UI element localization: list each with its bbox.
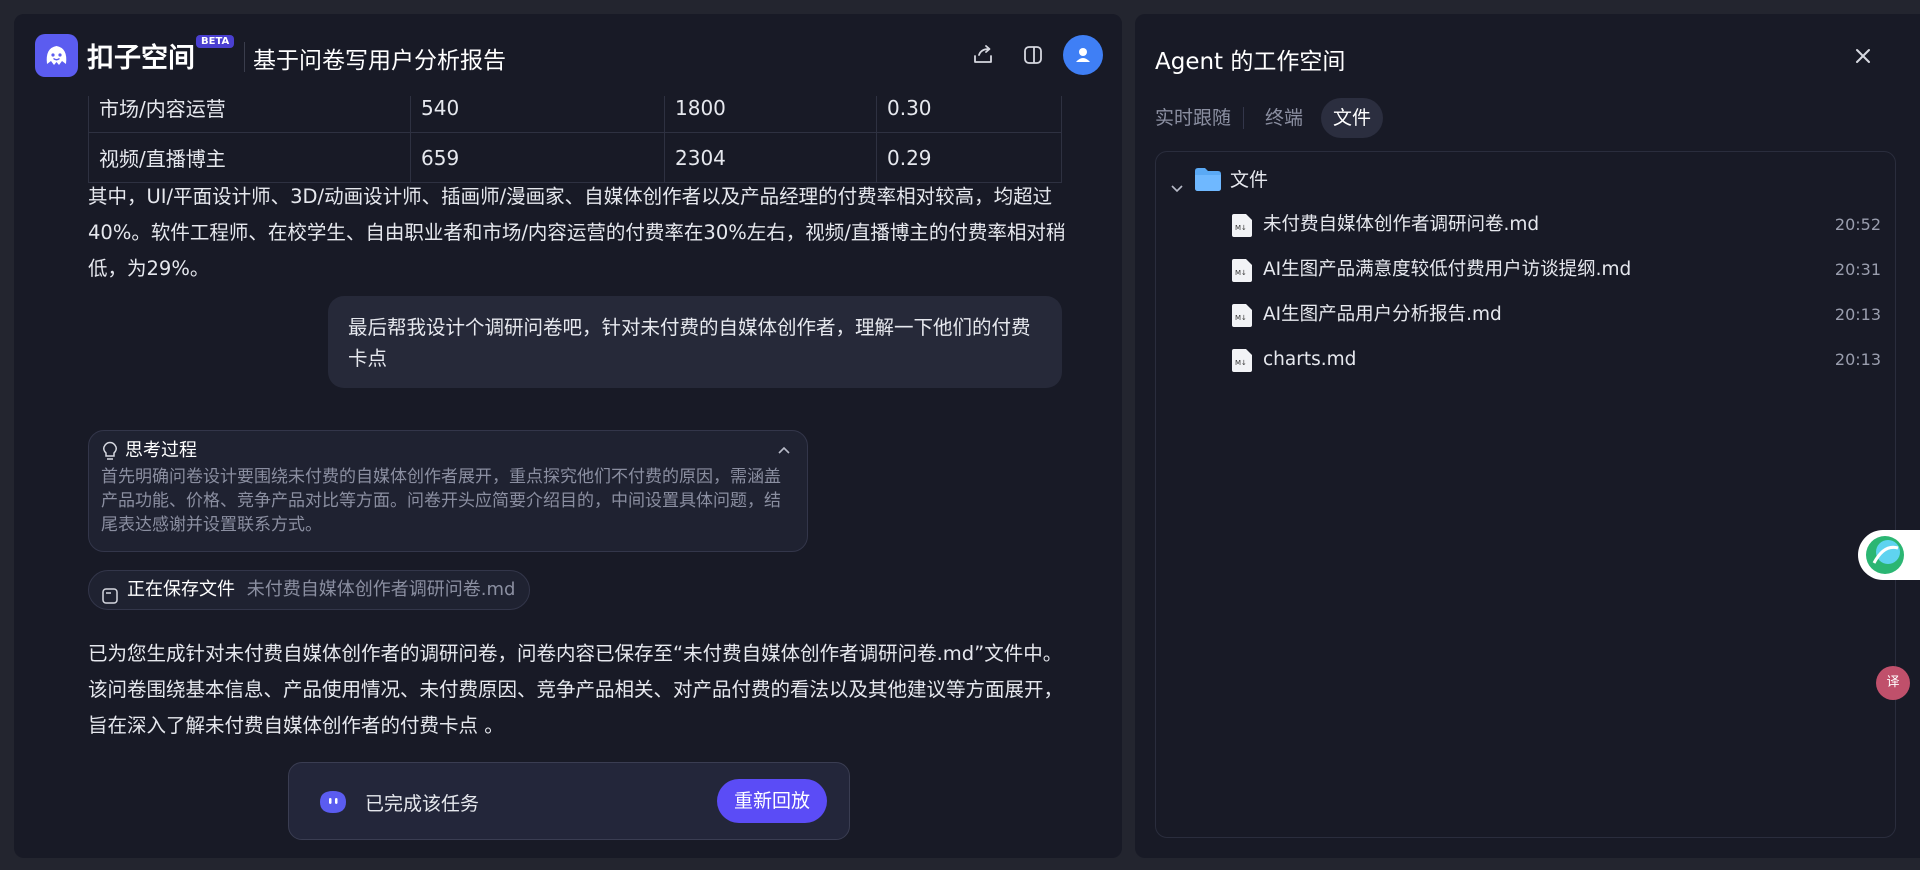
chat-panel: 市场/内容运营 540 1800 0.30 视频/直播博主 659 2304 0…	[14, 14, 1122, 858]
saving-filename: 未付费自媒体创作者调研问卷.md	[246, 579, 516, 600]
chevron-up-icon[interactable]	[777, 443, 791, 462]
file-name: AI生图产品满意度较低付费用户访谈提纲.md	[1263, 259, 1632, 280]
avatar[interactable]	[1063, 35, 1103, 75]
markdown-file-icon: M↓	[1231, 348, 1253, 373]
markdown-file-icon: M↓	[1231, 213, 1253, 238]
close-icon[interactable]	[1849, 42, 1877, 70]
bot-icon	[317, 787, 349, 821]
file-name: 未付费自媒体创作者调研问卷.md	[1263, 214, 1540, 235]
sidebar-toggle-icon[interactable]	[1019, 41, 1047, 69]
file-row[interactable]: M↓ charts.md 20:13	[1231, 344, 1881, 376]
svg-text:M↓: M↓	[1235, 269, 1247, 277]
payment-rate-table: 市场/内容运营 540 1800 0.30 视频/直播博主 659 2304 0…	[88, 82, 1062, 183]
replay-button[interactable]: 重新回放	[717, 779, 827, 823]
file-row[interactable]: M↓ AI生图产品用户分析报告.md 20:13	[1231, 299, 1881, 331]
table-cell: 0.29	[876, 132, 1062, 183]
tab-files[interactable]: 文件	[1321, 98, 1384, 138]
svg-text:M↓: M↓	[1235, 359, 1247, 367]
saving-label: 正在保存文件	[127, 579, 235, 600]
markdown-file-icon: M↓	[1231, 303, 1253, 328]
table-cell: 2304	[664, 132, 877, 183]
chevron-down-icon[interactable]	[1170, 173, 1184, 205]
saving-file-chip[interactable]: 正在保存文件 未付费自媒体创作者调研问卷.md	[88, 570, 531, 610]
workspace-panel: Agent 的工作空间 实时跟随 终端 文件 文件 M↓ 未付费自媒体创作者调研…	[1135, 14, 1920, 858]
table-cell: 视频/直播博主	[88, 132, 411, 183]
file-row[interactable]: M↓ 未付费自媒体创作者调研问卷.md 20:52	[1231, 209, 1881, 241]
file-name: AI生图产品用户分析报告.md	[1263, 304, 1502, 325]
thinking-body: 首先明确问卷设计要围绕未付费的自媒体创作者展开，重点探究他们不付费的原因，需涵盖…	[101, 467, 781, 535]
file-time: 20:13	[1834, 350, 1881, 369]
user-message: 最后帮我设计个调研问卷吧，针对未付费的自媒体创作者，理解一下他们的付费卡点	[328, 296, 1062, 388]
assistant-float-icon[interactable]	[1858, 530, 1920, 580]
folder-icon	[1194, 166, 1222, 202]
thinking-title: 思考过程	[125, 440, 197, 461]
logo-icon[interactable]	[35, 34, 78, 77]
result-paragraph: 已为您生成针对未付费自媒体创作者的调研问卷，问卷内容已保存至“未付费自媒体创作者…	[88, 642, 1064, 737]
table-row: 视频/直播博主 659 2304 0.29	[88, 132, 1062, 183]
page-title: 基于问卷写用户分析报告	[253, 48, 506, 74]
svg-text:M↓: M↓	[1235, 314, 1247, 322]
file-tree: 文件 M↓ 未付费自媒体创作者调研问卷.md 20:52 M↓ AI生图产品满意…	[1155, 151, 1896, 838]
tab-terminal[interactable]: 终端	[1253, 98, 1315, 138]
tab-divider	[1243, 107, 1244, 129]
app-name[interactable]: 扣子空间	[87, 36, 195, 75]
file-save-icon	[101, 581, 119, 619]
svg-text:M↓: M↓	[1235, 224, 1247, 232]
file-time: 20:13	[1834, 305, 1881, 324]
markdown-file-icon: M↓	[1231, 258, 1253, 283]
task-status: 已完成该任务	[365, 793, 480, 815]
summary-paragraph: 其中，UI/平面设计师、3D/动画设计师、插画师/漫画家、自媒体创作者以及产品经…	[88, 185, 1066, 280]
file-time: 20:31	[1834, 260, 1881, 279]
header-divider	[244, 42, 245, 72]
file-name: charts.md	[1263, 349, 1357, 370]
beta-badge: BETA	[196, 35, 235, 48]
tab-live-follow[interactable]: 实时跟随	[1143, 98, 1243, 138]
share-icon[interactable]	[969, 41, 997, 69]
task-complete-bar: 已完成该任务 重新回放	[288, 762, 850, 840]
workspace-title: Agent 的工作空间	[1155, 49, 1346, 75]
translate-icon[interactable]: 译	[1876, 666, 1910, 700]
thinking-panel: 思考过程 首先明确问卷设计要围绕未付费的自媒体创作者展开，重点探究他们不付费的原…	[88, 430, 808, 552]
file-row[interactable]: M↓ AI生图产品满意度较低付费用户访谈提纲.md 20:31	[1231, 254, 1881, 286]
table-cell: 659	[410, 132, 665, 183]
lightbulb-icon	[101, 441, 119, 465]
app-header: 扣子空间 BETA 基于问卷写用户分析报告	[14, 14, 1122, 96]
folder-name: 文件	[1230, 169, 1269, 191]
file-time: 20:52	[1834, 215, 1881, 234]
